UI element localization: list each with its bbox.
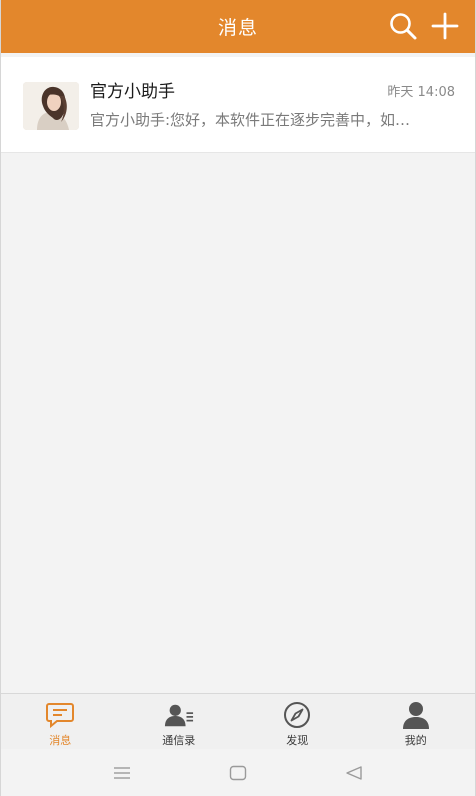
app-header: 消息 xyxy=(1,0,475,53)
menu-icon xyxy=(114,766,130,779)
tab-me-label: 我的 xyxy=(404,734,427,747)
screen: 消息 官方小助手 昨天 14:08 官方小助手:您好，本软件正在逐步完善中，如…… xyxy=(0,0,476,796)
tab-discover[interactable]: 发现 xyxy=(238,694,357,749)
add-button[interactable] xyxy=(429,10,461,42)
header-actions xyxy=(387,10,461,42)
conversation-item[interactable]: 官方小助手 昨天 14:08 官方小助手:您好，本软件正在逐步完善中，如… xyxy=(1,57,475,153)
search-button[interactable] xyxy=(387,10,419,42)
conversation-time: 昨天 14:08 xyxy=(387,85,455,100)
compass-icon xyxy=(282,701,312,729)
page-title: 消息 xyxy=(217,17,258,39)
avatar[interactable] xyxy=(23,82,79,130)
chat-icon xyxy=(45,701,75,729)
search-icon xyxy=(390,13,417,40)
tab-discover-label: 发现 xyxy=(286,734,309,747)
tab-messages-label: 消息 xyxy=(49,734,72,747)
back-button[interactable] xyxy=(342,761,366,785)
tab-contacts[interactable]: 通信录 xyxy=(120,694,239,749)
avatar-photo xyxy=(23,82,79,130)
tab-contacts-label: 通信录 xyxy=(162,734,196,747)
contacts-icon xyxy=(164,701,194,729)
back-icon xyxy=(346,765,362,780)
tab-messages[interactable]: 消息 xyxy=(1,694,120,749)
home-icon xyxy=(229,765,247,780)
conversation-name: 官方小助手 xyxy=(90,82,175,102)
menu-button[interactable] xyxy=(110,761,134,785)
person-icon xyxy=(401,701,431,729)
tab-me[interactable]: 我的 xyxy=(357,694,476,749)
conversation-list: 官方小助手 昨天 14:08 官方小助手:您好，本软件正在逐步完善中，如… xyxy=(1,57,475,153)
conversation-preview: 官方小助手:您好，本软件正在逐步完善中，如… xyxy=(90,111,411,129)
bottom-tab-bar: 消息 通信录 发现 我的 xyxy=(1,693,475,749)
home-button[interactable] xyxy=(226,761,250,785)
system-navigation-bar xyxy=(1,749,475,796)
plus-icon xyxy=(431,12,459,40)
